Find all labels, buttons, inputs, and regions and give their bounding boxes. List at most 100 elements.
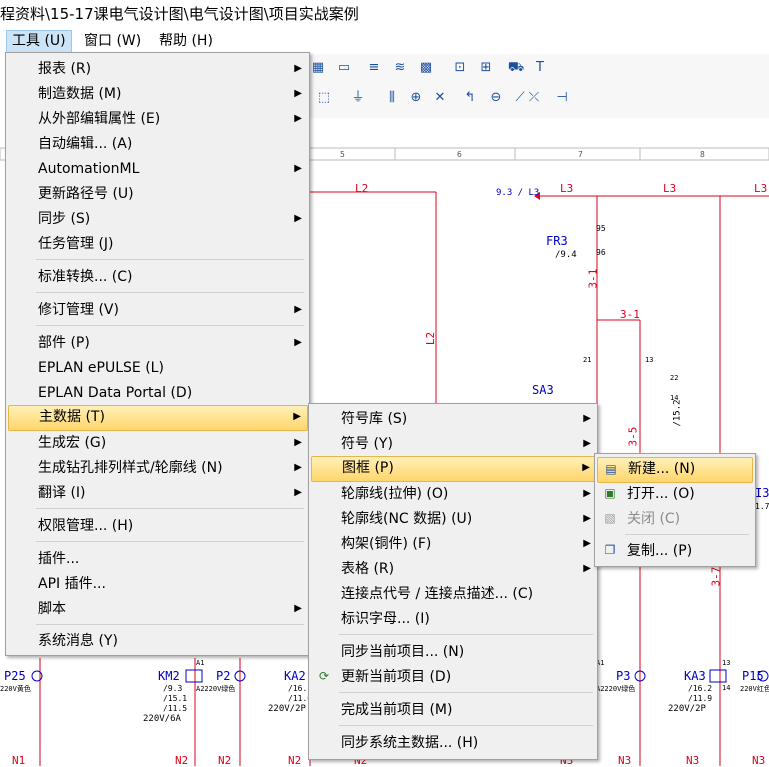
menu-item-frame[interactable]: 图框 (P) ▶ — [311, 456, 597, 482]
menu-item-sync-system-master-data[interactable]: 同步系统主数据... (H) — [311, 731, 597, 755]
menu-item-master-data[interactable]: 主数据 (T) ▶ — [8, 405, 308, 431]
device-tag-sa3[interactable]: SA3 — [532, 383, 554, 397]
menu-item-label: 翻译 (I) — [38, 485, 86, 501]
menu-item-eplan-data-portal[interactable]: EPLAN Data Portal (D) — [8, 381, 308, 405]
wire-label: N1 — [12, 754, 26, 767]
menu-item-symbols[interactable]: 符号 (Y) ▶ — [311, 432, 597, 456]
device-tag-fr3[interactable]: FR3 — [546, 234, 568, 248]
menu-separator — [36, 292, 304, 293]
menu-item-label: 生成宏 (G) — [38, 435, 107, 451]
menu-item-label: 系统消息 (Y) — [38, 633, 118, 649]
menu-item-edit-external-properties[interactable]: 从外部编辑属性 (E) ▶ — [8, 107, 308, 131]
menu-item-identifying-letters[interactable]: 标识字母... (I) — [311, 607, 597, 631]
toolbar-corner-icon[interactable]: ↰ — [460, 88, 480, 108]
toolbar-network-icon[interactable]: ⊞ — [476, 58, 496, 78]
menu-item-plugins[interactable]: 插件... — [8, 547, 308, 571]
toolbar-select-icon[interactable]: ⬚ — [314, 88, 334, 108]
menu-item-forms[interactable]: 表格 (R) ▶ — [311, 557, 597, 581]
menu-item-api-plugins[interactable]: API 插件... — [8, 572, 308, 596]
menu-item-eplan-epulse[interactable]: EPLAN ePULSE (L) — [8, 356, 308, 380]
toolbar-break-icon[interactable]: ✕ — [430, 88, 450, 108]
menu-item-translate[interactable]: 翻译 (I) ▶ — [8, 481, 308, 505]
menu-item-sync-current-project[interactable]: 同步当前项目... (N) — [311, 640, 597, 664]
device-tag-ka2[interactable]: KA2 — [284, 669, 306, 683]
menu-item-label: 轮廓线(NC 数据) (U) — [341, 511, 473, 527]
device-rating: 220V/2P — [268, 704, 306, 714]
menu-item-automationml[interactable]: AutomationML ▶ — [8, 157, 308, 181]
menu-item-label: 表格 (R) — [341, 561, 395, 577]
open-file-icon: ▣ — [604, 486, 616, 500]
menu-window[interactable]: 窗口 (W) — [79, 30, 146, 52]
submenu-arrow-icon: ▶ — [294, 163, 302, 174]
pin-label: A1 — [196, 659, 205, 667]
menu-item-drilling-pattern[interactable]: 生成钻孔排列样式/轮廓线 (N) ▶ — [8, 456, 308, 480]
submenu-arrow-icon: ▶ — [294, 88, 302, 99]
menu-item-task-management[interactable]: 任务管理 (J) — [8, 232, 308, 256]
toolbar-lines-icon[interactable]: ≡ — [364, 58, 384, 78]
toolbar-grid-icon[interactable]: ▩ — [416, 58, 436, 78]
menu-item-label: EPLAN ePULSE (L) — [38, 360, 164, 376]
device-tag-km2[interactable]: KM2 — [158, 669, 180, 683]
toolbar-cart-icon[interactable]: ⛟ — [506, 58, 526, 78]
menu-item-framework-copper[interactable]: 构架(铜件) (F) ▶ — [311, 532, 597, 556]
toolbar-interrupt-icon[interactable]: ⊣ — [552, 88, 572, 108]
menu-item-label: 构架(铜件) (F) — [341, 536, 432, 552]
device-tag-ka3[interactable]: KA3 — [684, 669, 706, 683]
toolbar-junction-icon[interactable]: ⊕ — [406, 88, 426, 108]
menu-item-new[interactable]: ▤ 新建... (N) — [597, 457, 753, 483]
toolbar-connector-icon[interactable]: ⫼ — [382, 88, 402, 108]
menu-item-sync[interactable]: 同步 (S) ▶ — [8, 207, 308, 231]
wire-label: 3-1 — [620, 308, 640, 321]
menu-item-label: 生成钻孔排列样式/轮廓线 (N) — [38, 460, 223, 476]
menu-item-generate-macros[interactable]: 生成宏 (G) ▶ — [8, 431, 308, 455]
menu-item-outline-extrusion[interactable]: 轮廓线(拉伸) (O) ▶ — [311, 482, 597, 506]
menu-item-manufacturing-data[interactable]: 制造数据 (M) ▶ — [8, 82, 308, 106]
menu-tools[interactable]: 工具 (U) — [6, 30, 72, 54]
menu-item-complete-current-project[interactable]: 完成当前项目 (M) — [311, 698, 597, 722]
menu-item-label: EPLAN Data Portal (D) — [38, 385, 193, 401]
menu-item-label: 图框 (P) — [342, 460, 394, 476]
menu-bar: 工具 (U) 窗口 (W) 帮助 (H) — [0, 28, 769, 54]
device-tag-p15[interactable]: P15 — [742, 669, 764, 683]
menu-item-open[interactable]: ▣ 打开... (O) — [597, 482, 753, 506]
toolbar-tee-icon[interactable]: ⊖ — [486, 88, 506, 108]
menu-item-scripts[interactable]: 脚本 ▶ — [8, 597, 308, 621]
frame-submenu: ▤ 新建... (N) ▣ 打开... (O) ▧ 关闭 (C) ❐ 复制... (P) — [594, 453, 756, 567]
menu-item-close[interactable]: ▧ 关闭 (C) — [597, 507, 753, 531]
menu-item-update-path-numbers[interactable]: 更新路径号 (U) — [8, 182, 308, 206]
submenu-arrow-icon: ▶ — [294, 304, 302, 315]
menu-item-revision-management[interactable]: 修订管理 (V) ▶ — [8, 298, 308, 322]
device-tag-p25[interactable]: P25 — [4, 669, 26, 683]
menu-item-label: AutomationML — [38, 161, 140, 177]
submenu-arrow-icon: ▶ — [583, 563, 591, 574]
menu-item-standard-conversion[interactable]: 标准转换... (C) — [8, 265, 308, 289]
toolbar-block-icon[interactable]: ⊡ — [450, 58, 470, 78]
menu-item-update-current-project[interactable]: ⟳ 更新当前项目 (D) — [311, 665, 597, 689]
toolbar-text-icon[interactable]: T — [530, 58, 550, 78]
menu-item-symbol-libraries[interactable]: 符号库 (S) ▶ — [311, 407, 597, 431]
menu-separator — [36, 259, 304, 260]
menu-item-copy[interactable]: ❐ 复制... (P) — [597, 539, 753, 563]
close-file-icon: ▧ — [604, 511, 616, 525]
toolbar-terminal-icon[interactable]: ⏚ — [348, 88, 368, 108]
device-tag-p3[interactable]: P3 — [616, 669, 630, 683]
menu-item-label: 权限管理... (H) — [38, 518, 134, 534]
toolbar-cable-icon[interactable]: ≋ — [390, 58, 410, 78]
toolbar-window-icon[interactable]: ▭ — [334, 58, 354, 78]
menu-item-connection-point-designations[interactable]: 连接点代号 / 连接点描述... (C) — [311, 582, 597, 606]
toolbar-zoom-icon[interactable]: ▦ — [308, 58, 328, 78]
menu-item-reports[interactable]: 报表 (R) ▶ — [8, 57, 308, 81]
menu-item-auto-edit[interactable]: 自动编辑... (A) — [8, 132, 308, 156]
title-bar: 程资料\15-17课电气设计图\电气设计图\项目实战案例 — [0, 0, 769, 28]
menu-item-outline-nc-data[interactable]: 轮廓线(NC 数据) (U) ▶ — [311, 507, 597, 531]
menu-item-label: 符号 (Y) — [341, 436, 393, 452]
submenu-arrow-icon: ▶ — [583, 488, 591, 499]
menu-help[interactable]: 帮助 (H) — [154, 30, 218, 52]
toolbar: ▦ ▭ ≡ ≋ ▩ ⊡ ⊞ ⛟ T ⬚ ⏚ ⫼ ⊕ ✕ ↰ ⊖ ⟋ ⤫ ⊣ — [300, 54, 769, 119]
submenu-arrow-icon: ▶ — [583, 413, 591, 424]
toolbar-crossing-icon[interactable]: ⤫ — [524, 88, 544, 108]
menu-item-rights-management[interactable]: 权限管理... (H) — [8, 514, 308, 538]
device-tag-p2[interactable]: P2 — [216, 669, 230, 683]
menu-item-system-messages[interactable]: 系统消息 (Y) — [8, 629, 308, 653]
menu-item-parts[interactable]: 部件 (P) ▶ — [8, 331, 308, 355]
